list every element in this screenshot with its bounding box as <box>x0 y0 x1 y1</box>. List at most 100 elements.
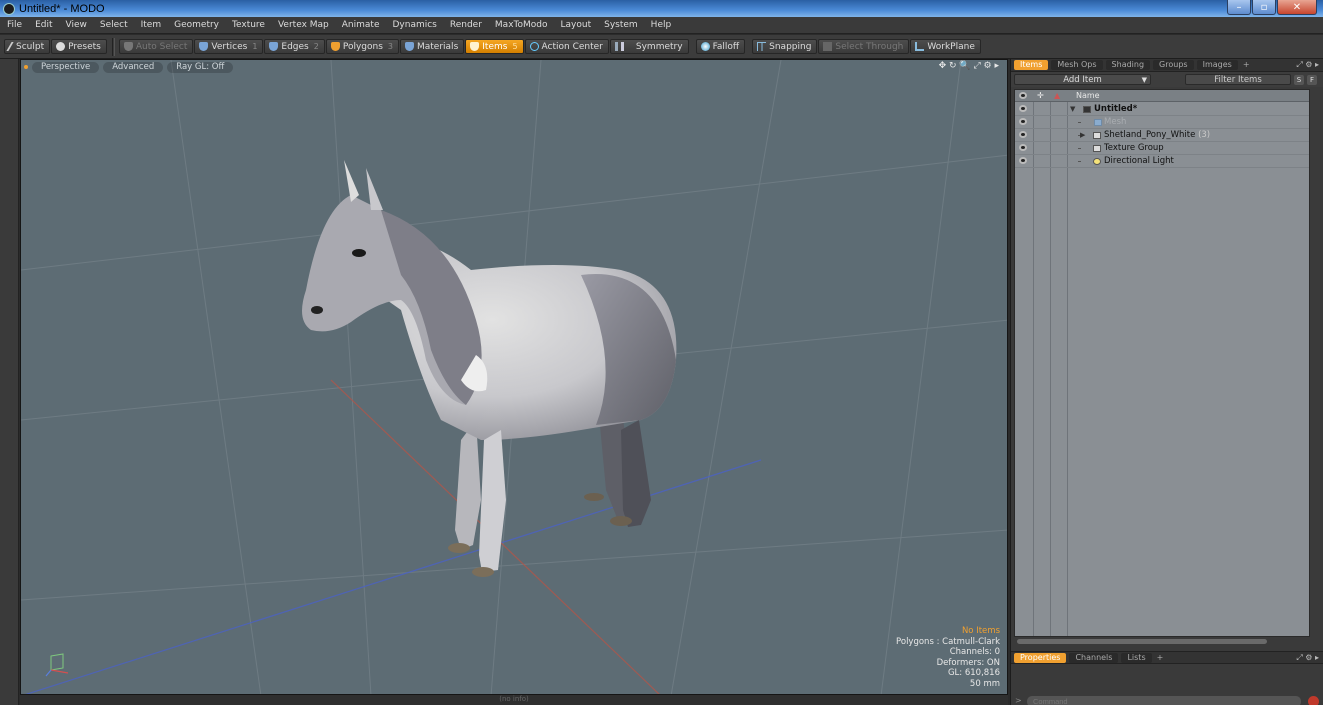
advanced-tab[interactable]: Advanced <box>103 61 164 73</box>
command-stop-icon[interactable] <box>1308 696 1319 705</box>
edges-icon <box>269 42 279 51</box>
menu-vertex-map[interactable]: Vertex Map <box>271 20 335 30</box>
command-input[interactable] <box>1027 696 1301 705</box>
action-center-button[interactable]: Action Center <box>524 39 609 54</box>
tree-header: ✛ ▲ Name <box>1015 90 1309 102</box>
menu-bar: File Edit View Select Item Geometry Text… <box>0 17 1323 34</box>
tree-row-shetland-pony[interactable]: ▶ Shetland_Pony_White (3) <box>1015 129 1309 142</box>
brush-icon <box>6 42 16 51</box>
menu-dynamics[interactable]: Dynamics <box>385 20 442 30</box>
toolbar-divider <box>111 37 115 56</box>
menu-layout[interactable]: Layout <box>554 20 598 30</box>
light-icon <box>1093 158 1101 165</box>
snapping-button[interactable]: Snapping <box>752 39 818 54</box>
minimize-button[interactable]: – <box>1227 0 1251 15</box>
maximize-button[interactable]: ▫ <box>1252 0 1276 15</box>
materials-icon <box>405 42 414 51</box>
tab-groups[interactable]: Groups <box>1153 60 1194 70</box>
presets-icon <box>56 42 66 51</box>
menu-texture[interactable]: Texture <box>225 20 271 30</box>
menu-view[interactable]: View <box>59 20 93 30</box>
tab-items[interactable]: Items <box>1014 60 1049 70</box>
items-button[interactable]: Items 5 <box>465 39 524 54</box>
visibility-eye-icon[interactable] <box>1019 118 1027 125</box>
falloff-icon <box>700 42 710 51</box>
menu-edit[interactable]: Edit <box>28 20 58 30</box>
polygons-button[interactable]: Polygons 3 <box>325 39 399 54</box>
add-tab-button[interactable]: + <box>1241 60 1252 70</box>
item-list-tree[interactable]: ✛ ▲ Name ▼ Untitled* Mesh ▶ Shetland_Pon… <box>1014 89 1310 637</box>
lock-column-icon[interactable]: ✛ <box>1037 90 1044 102</box>
edges-hotkey: 2 <box>313 42 319 51</box>
expand-arrow-icon[interactable]: ▼ <box>1070 103 1075 116</box>
tab-properties[interactable]: Properties <box>1014 652 1067 663</box>
auto-select-icon <box>123 42 133 51</box>
workplane-label: WorkPlane <box>927 41 975 52</box>
menu-render[interactable]: Render <box>443 20 488 30</box>
viewport-status-strip: (no info) <box>20 695 1008 705</box>
expand-arrow-icon[interactable]: ▶ <box>1080 129 1085 142</box>
menu-system[interactable]: System <box>597 20 644 30</box>
menu-help[interactable]: Help <box>644 20 678 30</box>
vertices-hotkey: 1 <box>252 42 258 51</box>
tree-row-directional-light[interactable]: Directional Light <box>1015 155 1309 168</box>
ray-gl-tab[interactable]: Ray GL: Off <box>167 61 234 73</box>
texture-group-icon <box>1093 145 1101 152</box>
menu-file[interactable]: File <box>0 20 28 30</box>
materials-button[interactable]: Materials <box>400 39 465 54</box>
close-button[interactable]: ✕ <box>1277 0 1317 15</box>
selection-info: No Items <box>961 626 1000 636</box>
tree-row-texture-group[interactable]: Texture Group <box>1015 142 1309 155</box>
menu-item[interactable]: Item <box>134 20 168 30</box>
symmetry-button[interactable]: Symmetry <box>609 39 689 54</box>
visibility-eye-icon[interactable] <box>1019 131 1027 138</box>
sculpt-button[interactable]: Sculpt <box>4 39 51 54</box>
tree-row-mesh[interactable]: Mesh <box>1015 116 1309 129</box>
viewport-nav-icons[interactable]: ✥ ↻ 🔍 ⤢ ⚙ ▸ <box>939 61 999 71</box>
tree-vertical-scrollbar[interactable] <box>1313 89 1323 637</box>
add-tab-button[interactable]: + <box>1155 653 1166 663</box>
menu-geometry[interactable]: Geometry <box>167 20 225 30</box>
visibility-eye-icon[interactable] <box>1019 144 1027 151</box>
menu-select[interactable]: Select <box>93 20 134 30</box>
panel-options-icons[interactable]: ⤢ ⚙ ▸ <box>1296 653 1319 663</box>
tab-channels[interactable]: Channels <box>1069 652 1119 663</box>
s-button[interactable]: S <box>1294 74 1304 85</box>
select-through-button[interactable]: Select Through <box>818 39 910 54</box>
auto-select-button[interactable]: Auto Select <box>118 39 194 54</box>
modo-window: Untitled* - MODO – ▫ ✕ File Edit View Se… <box>0 0 1323 705</box>
presets-button[interactable]: Presets <box>51 39 107 54</box>
perspective-tab[interactable]: Perspective <box>32 61 100 73</box>
visibility-eye-icon[interactable] <box>1019 157 1027 164</box>
menu-maxtomodo[interactable]: MaxToModo <box>488 20 554 30</box>
tree-horizontal-scrollbar[interactable] <box>1014 637 1310 646</box>
window-controls: – ▫ ✕ <box>1226 0 1317 15</box>
name-column-header[interactable]: Name <box>1076 90 1100 102</box>
action-center-label: Action Center <box>541 41 603 52</box>
tab-images[interactable]: Images <box>1196 60 1238 70</box>
tab-lists[interactable]: Lists <box>1121 652 1152 663</box>
vertices-button[interactable]: Vertices 1 <box>194 39 264 54</box>
viewport-info-overlay: No Items Polygons : Catmull-Clark Channe… <box>896 626 1000 689</box>
3d-viewport[interactable]: Perspective Advanced Ray GL: Off ✥ ↻ 🔍 ⤢… <box>20 59 1008 695</box>
f-button[interactable]: F <box>1307 74 1317 85</box>
viewport-status-dot <box>24 65 28 69</box>
add-item-button[interactable]: Add Item ▼ <box>1014 74 1151 85</box>
tab-shading[interactable]: Shading <box>1105 60 1151 70</box>
panel-options-icons[interactable]: ⤢ ⚙ ▸ <box>1296 60 1319 70</box>
edges-label: Edges <box>281 41 309 52</box>
tab-mesh-ops[interactable]: Mesh Ops <box>1051 60 1103 70</box>
falloff-button[interactable]: Falloff <box>695 39 746 54</box>
menu-animate[interactable]: Animate <box>335 20 386 30</box>
tree-row-untitled[interactable]: ▼ Untitled* <box>1015 103 1309 116</box>
scrollbar-thumb[interactable] <box>1017 639 1267 644</box>
filter-items-input[interactable]: Filter Items <box>1185 74 1291 85</box>
select-through-label: Select Through <box>835 41 904 52</box>
workplane-button[interactable]: WorkPlane <box>910 39 981 54</box>
vertices-label: Vertices <box>211 41 248 52</box>
visibility-eye-icon[interactable] <box>1019 105 1027 112</box>
color-column-icon[interactable]: ▲ <box>1054 90 1060 102</box>
left-tool-strip[interactable] <box>0 59 19 705</box>
visibility-column-icon[interactable] <box>1019 92 1027 99</box>
edges-button[interactable]: Edges 2 <box>264 39 325 54</box>
